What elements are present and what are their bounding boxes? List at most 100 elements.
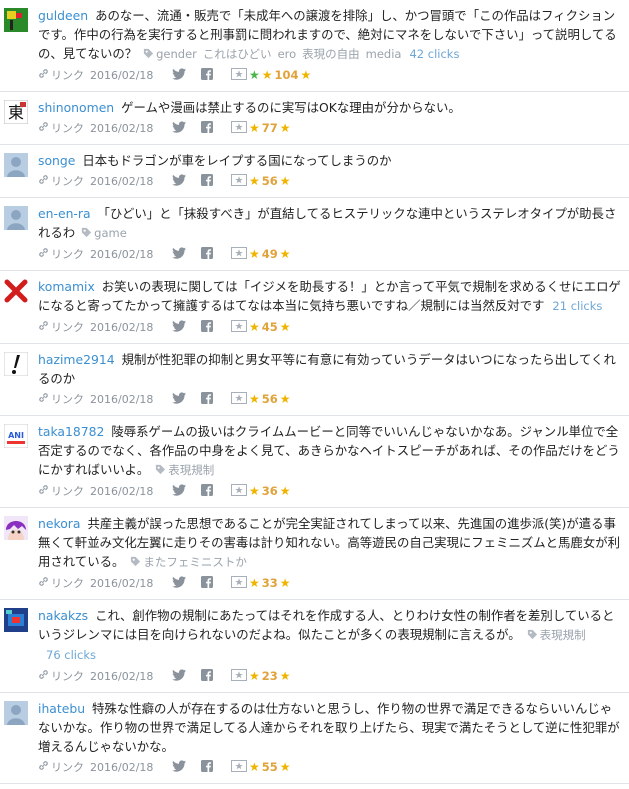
permalink[interactable]: リンク	[38, 575, 90, 591]
click-count[interactable]: 76 clicks	[46, 648, 96, 662]
add-star-icon[interactable]	[231, 173, 247, 189]
permalink[interactable]: リンク	[38, 483, 90, 499]
default-user-icon[interactable]	[4, 206, 28, 230]
permalink-label: リンク	[51, 761, 84, 774]
permalink[interactable]: リンク	[38, 67, 90, 83]
comment-tag[interactable]: gender	[143, 47, 197, 61]
comment-tag[interactable]: ero	[278, 47, 297, 61]
link-icon	[38, 669, 49, 683]
twitter-icon[interactable]	[172, 67, 201, 83]
star-rating[interactable]: ★ 77 ★	[231, 120, 291, 136]
star-rating[interactable]: ★ 56 ★	[231, 173, 291, 189]
add-star-icon[interactable]	[231, 391, 247, 407]
username-link[interactable]: ihatebu	[38, 701, 85, 716]
default-user-icon[interactable]	[4, 701, 28, 725]
twitter-icon[interactable]	[172, 759, 201, 775]
facebook-icon[interactable]	[201, 759, 231, 775]
star-rating[interactable]: ★ 49 ★	[231, 246, 291, 262]
facebook-icon[interactable]	[201, 67, 231, 83]
facebook-icon[interactable]	[201, 120, 231, 136]
permalink[interactable]: リンク	[38, 668, 90, 684]
default-user-icon[interactable]	[4, 153, 28, 177]
yellow-star-icon: ★	[279, 247, 291, 261]
add-star-icon[interactable]	[231, 668, 247, 684]
anime-icon[interactable]	[4, 516, 28, 540]
comment-tag[interactable]: 表現規制	[155, 463, 214, 477]
comment-tag[interactable]: 表現規制	[527, 628, 586, 642]
add-star-icon[interactable]	[231, 67, 247, 83]
star-rating[interactable]: ★ ★ 104 ★	[231, 67, 311, 83]
add-star-icon[interactable]	[231, 120, 247, 136]
yellow-star-icon: ★	[249, 320, 260, 334]
facebook-icon[interactable]	[201, 391, 231, 407]
permalink[interactable]: リンク	[38, 319, 90, 335]
permalink[interactable]: リンク	[38, 120, 90, 136]
username-link[interactable]: nekora	[38, 516, 80, 531]
click-count[interactable]: 21 clicks	[552, 299, 602, 313]
star-count: 104	[274, 68, 299, 82]
permalink[interactable]: リンク	[38, 173, 90, 189]
permalink[interactable]: リンク	[38, 246, 90, 262]
facebook-icon[interactable]	[201, 668, 231, 684]
twitter-icon[interactable]	[172, 575, 201, 591]
star-rating[interactable]: ★ 56 ★	[231, 391, 291, 407]
twitter-icon[interactable]	[172, 120, 201, 136]
star-rating[interactable]: ★ 23 ★	[231, 668, 291, 684]
comment-item: ihatebu 特殊な性癖の人が存在するのは仕方ないと思うし、作り物の世界で満足…	[0, 693, 629, 784]
comment-tag[interactable]: またフェミニストか	[130, 555, 247, 569]
username-link[interactable]: guldeen	[38, 8, 88, 23]
link-icon	[38, 174, 49, 188]
username-link[interactable]: taka18782	[38, 424, 104, 439]
link-icon	[38, 320, 49, 334]
twitter-icon[interactable]	[172, 319, 201, 335]
red-x-icon[interactable]	[4, 279, 28, 303]
star-count: 33	[261, 576, 278, 590]
comment-tag[interactable]: media	[366, 47, 402, 61]
permalink[interactable]: リンク	[38, 391, 90, 407]
star-rating[interactable]: ★ 45 ★	[231, 319, 291, 335]
kanji-icon[interactable]: 東	[4, 100, 28, 124]
add-star-icon[interactable]	[231, 246, 247, 262]
comment-tag[interactable]: game	[81, 226, 127, 240]
username-link[interactable]: nakakzs	[38, 608, 88, 623]
twitter-icon[interactable]	[172, 391, 201, 407]
comment-tag[interactable]: 表現の自由	[302, 47, 360, 61]
facebook-icon[interactable]	[201, 483, 231, 499]
comment-meta: リンク 2016/02/18 ★ 55 ★	[38, 757, 621, 777]
link-icon	[38, 121, 49, 135]
star-rating[interactable]: ★ 33 ★	[231, 575, 291, 591]
comment-meta: リンク 2016/02/18 ★ 45 ★	[38, 317, 621, 337]
star-rating[interactable]: ★ 55 ★	[231, 759, 291, 775]
comment-tag[interactable]: これはひどい	[203, 47, 272, 61]
star-rating[interactable]: ★ 36 ★	[231, 483, 291, 499]
logo-icon[interactable]: ANI	[4, 424, 28, 448]
username-link[interactable]: songe	[38, 153, 75, 168]
twitter-icon[interactable]	[172, 483, 201, 499]
add-star-icon[interactable]	[231, 759, 247, 775]
add-star-icon[interactable]	[231, 483, 247, 499]
star-count: 49	[261, 247, 278, 261]
permalink[interactable]: リンク	[38, 759, 90, 775]
facebook-icon[interactable]	[201, 246, 231, 262]
facebook-icon[interactable]	[201, 173, 231, 189]
comment-item: guldeen あのなー、流通・販売で「未成年への譲渡を排除」し、かつ冒頭で「こ…	[0, 0, 629, 92]
username-link[interactable]: shinonomen	[38, 100, 114, 115]
comment-item: nekora 共産主義が誤った思想であることが完全実証されてしまって以来、先進国…	[0, 508, 629, 600]
pixel-icon[interactable]	[4, 608, 28, 632]
twitter-icon[interactable]	[172, 173, 201, 189]
comment-meta: リンク 2016/02/18 ★ 56 ★	[38, 171, 621, 191]
exclamation-icon[interactable]	[4, 352, 28, 376]
username-link[interactable]: komamix	[38, 279, 95, 294]
add-star-icon[interactable]	[231, 319, 247, 335]
facebook-icon[interactable]	[201, 575, 231, 591]
click-count[interactable]: 42 clicks	[409, 47, 459, 61]
username-link[interactable]: en-en-ra	[38, 206, 91, 221]
flag-icon[interactable]	[4, 8, 28, 32]
add-star-icon[interactable]	[231, 575, 247, 591]
comment-text: 陵辱系ゲームの扱いはクライムムービーと同等でいいんじゃないかなあ。ジャンル単位で…	[38, 424, 620, 477]
twitter-icon[interactable]	[172, 668, 201, 684]
permalink-label: リンク	[51, 321, 84, 334]
twitter-icon[interactable]	[172, 246, 201, 262]
facebook-icon[interactable]	[201, 319, 231, 335]
username-link[interactable]: hazime2914	[38, 352, 115, 367]
